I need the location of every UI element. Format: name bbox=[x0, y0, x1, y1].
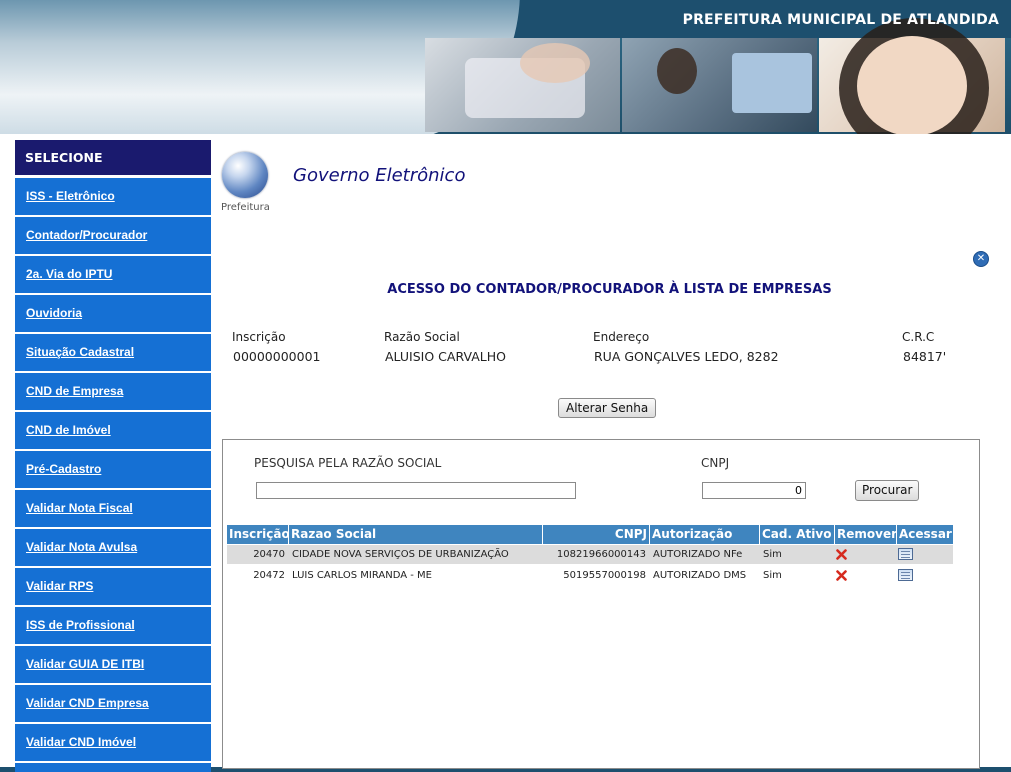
table-header-cnpj: CNPJ bbox=[543, 525, 649, 544]
table-header-cad-ativo: Cad. Ativo bbox=[760, 525, 834, 544]
sidebar-item-ouvidoria[interactable]: Ouvidoria bbox=[15, 294, 211, 332]
sidebar-item-validar-nota-avulsa[interactable]: Validar Nota Avulsa bbox=[15, 528, 211, 566]
open-window-icon[interactable] bbox=[898, 569, 913, 581]
sidebar-item-situacao-cadastral[interactable]: Situação Cadastral bbox=[15, 333, 211, 371]
row-autorizacao: AUTORIZADO NFe bbox=[653, 549, 743, 560]
table-header-acessar: Acessar bbox=[897, 525, 953, 544]
row-razao-social: LUIS CARLOS MIRANDA - ME bbox=[292, 570, 432, 581]
globe-icon bbox=[222, 152, 268, 198]
info-value-crc: 84817' bbox=[903, 349, 947, 364]
logo-label: Prefeitura bbox=[221, 202, 270, 213]
row-cnpj: 5019557000198 bbox=[563, 570, 646, 581]
page-title: ACESSO DO CONTADOR/PROCURADOR À LISTA DE… bbox=[387, 282, 832, 297]
info-label-crc: C.R.C bbox=[902, 330, 935, 344]
razao-search-input[interactable] bbox=[256, 482, 576, 499]
delete-x-icon[interactable] bbox=[836, 570, 847, 581]
site-title: PREFEITURA MUNICIPAL DE ATLANDIDA bbox=[682, 12, 999, 28]
sidebar-item-validar-guia-itbi[interactable]: Validar GUIA DE ITBI bbox=[15, 645, 211, 683]
header-photo-typing bbox=[425, 38, 620, 132]
right-border bbox=[1003, 134, 1011, 767]
left-border bbox=[0, 134, 10, 767]
sidebar-item-more[interactable] bbox=[15, 762, 211, 772]
table-row: 20470 CIDADE NOVA SERVIÇOS DE URBANIZAÇÃ… bbox=[227, 545, 953, 564]
cnpj-search-label: CNPJ bbox=[701, 456, 730, 470]
search-panel: PESQUISA PELA RAZÃO SOCIAL CNPJ Procurar… bbox=[222, 439, 980, 769]
razao-search-label: PESQUISA PELA RAZÃO SOCIAL bbox=[254, 456, 442, 470]
sidebar-item-cnd-imovel[interactable]: CND de Imóvel bbox=[15, 411, 211, 449]
header-photo-headset bbox=[819, 18, 1005, 134]
row-cnpj: 10821966000143 bbox=[556, 549, 646, 560]
site-header: PREFEITURA MUNICIPAL DE ATLANDIDA bbox=[0, 0, 1011, 134]
info-label-endereco: Endereço bbox=[593, 330, 650, 344]
table-header-remover: Remover bbox=[835, 525, 897, 544]
sidebar-item-pre-cadastro[interactable]: Pré-Cadastro bbox=[15, 450, 211, 488]
header-photo-computer bbox=[622, 38, 817, 132]
row-cad-ativo: Sim bbox=[763, 570, 782, 581]
sidebar-item-iss-eletronico[interactable]: ISS - Eletrônico bbox=[15, 177, 211, 215]
open-window-icon[interactable] bbox=[898, 548, 913, 560]
change-password-button[interactable]: Alterar Senha bbox=[558, 398, 657, 418]
sidebar-title: SELECIONE bbox=[15, 140, 211, 175]
info-value-inscricao: 00000000001 bbox=[233, 349, 321, 364]
cnpj-search-input[interactable] bbox=[702, 482, 806, 499]
info-label-inscricao: Inscrição bbox=[232, 330, 286, 344]
search-button[interactable]: Procurar bbox=[855, 480, 920, 501]
delete-x-icon[interactable] bbox=[836, 549, 847, 560]
sidebar-item-validar-cnd-empresa[interactable]: Validar CND Empresa bbox=[15, 684, 211, 722]
main-content: Prefeitura Governo Eletrônico ✕ ACESSO D… bbox=[216, 134, 1003, 769]
sidebar-item-cnd-empresa[interactable]: CND de Empresa bbox=[15, 372, 211, 410]
sidebar-item-validar-rps[interactable]: Validar RPS bbox=[15, 567, 211, 605]
row-cad-ativo: Sim bbox=[763, 549, 782, 560]
section-title: Governo Eletrônico bbox=[293, 165, 466, 186]
row-autorizacao: AUTORIZADO DMS bbox=[653, 570, 747, 581]
sidebar: SELECIONE ISS - Eletrônico Contador/Proc… bbox=[10, 134, 216, 772]
table-header-autorizacao: Autorização bbox=[650, 525, 759, 544]
table-header-inscricao: Inscrição bbox=[227, 525, 290, 544]
info-label-razao-social: Razão Social bbox=[384, 330, 460, 344]
row-inscricao: 20472 bbox=[253, 570, 285, 581]
close-icon[interactable]: ✕ bbox=[973, 251, 989, 267]
row-inscricao: 20470 bbox=[253, 549, 285, 560]
table-row: 20472 LUIS CARLOS MIRANDA - ME 501955700… bbox=[227, 566, 953, 585]
sidebar-item-contador-procurador[interactable]: Contador/Procurador bbox=[15, 216, 211, 254]
sidebar-item-2a-via-iptu[interactable]: 2a. Via do IPTU bbox=[15, 255, 211, 293]
header-photo-strip bbox=[425, 18, 1005, 134]
sidebar-item-validar-cnd-imovel[interactable]: Validar CND Imóvel bbox=[15, 723, 211, 761]
sidebar-item-iss-profissional[interactable]: ISS de Profissional bbox=[15, 606, 211, 644]
table-header-razao-social: Razao Social bbox=[289, 525, 542, 544]
info-value-endereco: RUA GONÇALVES LEDO, 8282 bbox=[594, 349, 779, 364]
sidebar-item-validar-nota-fiscal[interactable]: Validar Nota Fiscal bbox=[15, 489, 211, 527]
info-value-razao-social: ALUISIO CARVALHO bbox=[385, 349, 506, 364]
row-razao-social: CIDADE NOVA SERVIÇOS DE URBANIZAÇÃO bbox=[292, 549, 509, 560]
